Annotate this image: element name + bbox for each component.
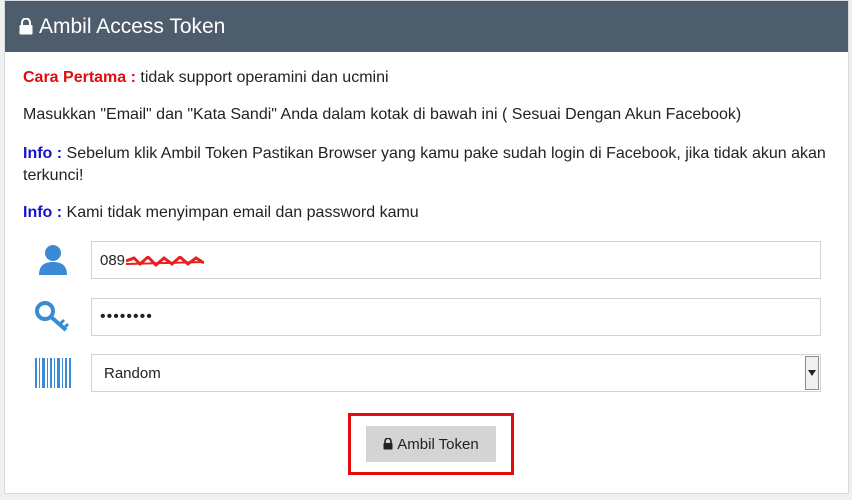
- lock-icon: [383, 438, 393, 450]
- info-text: Kami tidak menyimpan email dan password …: [62, 204, 419, 221]
- email-row: 089: [33, 240, 821, 280]
- barcode-icon: [33, 353, 73, 393]
- user-icon: [33, 240, 73, 280]
- device-row: Random: [33, 353, 821, 393]
- ambil-token-button[interactable]: Ambil Token: [366, 426, 496, 462]
- redaction-scribble: [125, 254, 205, 268]
- password-value: ••••••••: [100, 308, 153, 325]
- info-label: Info :: [23, 145, 63, 162]
- button-label: Ambil Token: [397, 435, 479, 453]
- info-text: tidak support operamini dan ucmini: [135, 69, 389, 86]
- button-highlight-box: Ambil Token: [348, 413, 514, 475]
- email-value: 089: [100, 251, 126, 269]
- email-field[interactable]: 089: [91, 241, 821, 279]
- info-line-3: Info : Sebelum klik Ambil Token Pastikan…: [23, 143, 828, 187]
- key-icon: [33, 297, 73, 337]
- chevron-down-icon[interactable]: [805, 356, 819, 390]
- panel-header: Ambil Access Token: [5, 1, 848, 52]
- info-line-4: Info : Kami tidak menyimpan email dan pa…: [23, 202, 828, 224]
- device-select[interactable]: Random: [91, 354, 821, 392]
- info-text: Sebelum klik Ambil Token Pastikan Browse…: [23, 145, 826, 184]
- panel-title: Ambil Access Token: [39, 14, 226, 38]
- lock-icon: [19, 18, 33, 35]
- info-text: Masukkan "Email" dan "Kata Sandi" Anda d…: [23, 106, 742, 123]
- info-line-2: Masukkan "Email" dan "Kata Sandi" Anda d…: [23, 104, 828, 126]
- info-line-1: Cara Pertama : tidak support operamini d…: [23, 67, 828, 89]
- info-label: Cara Pertama :: [23, 69, 136, 86]
- password-field[interactable]: ••••••••: [91, 298, 821, 336]
- info-label: Info :: [23, 204, 63, 221]
- access-token-panel: Ambil Access Token Cara Pertama : tidak …: [4, 0, 849, 494]
- device-select-value: Random: [104, 364, 161, 382]
- password-row: ••••••••: [33, 297, 821, 337]
